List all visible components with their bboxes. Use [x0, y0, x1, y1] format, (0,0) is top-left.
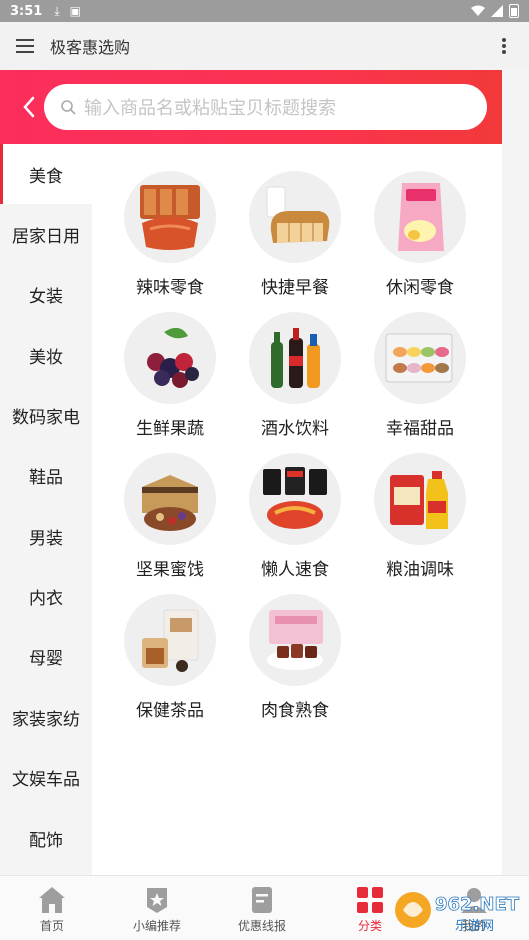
search-icon [61, 100, 76, 115]
menu-button[interactable] [0, 22, 50, 70]
macaron-box-icon [374, 312, 466, 404]
wifi-icon [471, 5, 485, 16]
category-label: 保健茶品 [136, 701, 204, 721]
watermark-logo: 962.NET 乐游网 [393, 884, 525, 936]
app-title: 极客惠选购 [50, 38, 131, 57]
sidebar-item-label: 美妆 [29, 347, 63, 368]
category-grid: 辣味零食 快捷早餐 休闲零食 生鲜果蔬 酒水饮料 幸福甜品 坚果蜜饯 懒人速食 … [92, 144, 502, 875]
category-label: 懒人速食 [261, 560, 329, 580]
more-options-button[interactable] [479, 22, 529, 70]
category-fresh-produce[interactable]: 生鲜果蔬 [115, 312, 225, 442]
beef-jerky-icon [249, 594, 341, 686]
category-instant-food[interactable]: 懒人速食 [240, 453, 350, 583]
download-icon: ⤓ [54, 3, 60, 18]
search-header: 输入商品名或粘贴宝贝标题搜索 [0, 70, 502, 144]
category-leisure-snacks[interactable]: 休闲零食 [365, 171, 475, 301]
sidebar-item-label: 数码家电 [12, 407, 80, 428]
signal-icon [491, 5, 503, 17]
instant-noodles-icon [249, 453, 341, 545]
sidebar-item-label: 母婴 [29, 648, 63, 669]
category-grain-oil[interactable]: 粮油调味 [365, 453, 475, 583]
rice-oil-icon [374, 453, 466, 545]
category-drinks[interactable]: 酒水饮料 [240, 312, 350, 442]
sidebar-item-accessories[interactable]: 配饰 [0, 808, 92, 868]
sidebar-item-label: 鞋品 [29, 467, 63, 488]
bottles-icon [249, 312, 341, 404]
category-label: 粮油调味 [386, 560, 454, 580]
svg-text:乐游网: 乐游网 [455, 919, 494, 934]
tab-home[interactable]: 首页 [0, 876, 104, 940]
tab-label: 小编推荐 [132, 919, 181, 933]
category-quick-breakfast[interactable]: 快捷早餐 [240, 171, 350, 301]
sidebar-item-label: 男装 [29, 528, 63, 549]
tab-deals[interactable]: 优惠线报 [210, 876, 314, 940]
spicy-snack-icon [124, 171, 216, 263]
berries-icon [124, 312, 216, 404]
category-label: 休闲零食 [386, 278, 454, 298]
category-label: 酒水饮料 [261, 419, 329, 439]
category-desserts[interactable]: 幸福甜品 [365, 312, 475, 442]
sidebar-item-label: 内衣 [29, 588, 63, 609]
category-health-tea[interactable]: 保健茶品 [115, 594, 225, 724]
sidebar-item-electronics[interactable]: 数码家电 [0, 385, 92, 445]
sidebar-item-label: 居家日用 [12, 226, 80, 247]
more-vertical-icon [502, 38, 506, 54]
category-label: 辣味零食 [136, 278, 204, 298]
tea-icon [124, 594, 216, 686]
back-button[interactable] [14, 90, 44, 124]
nuts-box-icon [124, 453, 216, 545]
sidebar-item-mens-clothing[interactable]: 男装 [0, 506, 92, 566]
app-bar: 极客惠选购 [0, 22, 529, 70]
sidebar-item-household[interactable]: 居家日用 [0, 204, 92, 264]
sidebar-item-baby[interactable]: 母婴 [0, 626, 92, 686]
svg-text:962.NET: 962.NET [435, 894, 520, 915]
category-label: 坚果蜜饯 [136, 560, 204, 580]
sidebar-item-label: 文娱车品 [12, 769, 80, 790]
app-notification-icon: ▣ [69, 4, 81, 18]
category-sidebar: 美食 居家日用 女装 美妆 数码家电 鞋品 男装 内衣 母婴 家装家纺 文娱车品… [0, 144, 92, 875]
sidebar-item-shoes[interactable]: 鞋品 [0, 445, 92, 505]
sidebar-item-beauty[interactable]: 美妆 [0, 325, 92, 385]
sidebar-item-label: 配饰 [29, 830, 63, 851]
sidebar-item-womens-clothing[interactable]: 女装 [0, 264, 92, 324]
category-label: 肉食熟食 [261, 701, 329, 721]
sidebar-item-label: 美食 [29, 166, 63, 187]
badge-star-icon [142, 885, 172, 915]
category-label: 幸福甜品 [386, 419, 454, 439]
chevron-left-icon [23, 96, 35, 118]
sidebar-item-underwear[interactable]: 内衣 [0, 566, 92, 626]
bread-milk-icon [249, 171, 341, 263]
category-cooked-meat[interactable]: 肉食熟食 [240, 594, 350, 724]
document-icon [247, 885, 277, 915]
chips-bag-icon [374, 171, 466, 263]
category-label: 快捷早餐 [261, 278, 329, 298]
tab-editor-picks[interactable]: 小编推荐 [105, 876, 209, 940]
search-placeholder: 输入商品名或粘贴宝贝标题搜索 [84, 98, 336, 119]
search-input[interactable]: 输入商品名或粘贴宝贝标题搜索 [44, 84, 487, 130]
home-icon [37, 885, 67, 915]
status-bar: 3:51 ⤓ ▣ [0, 0, 529, 22]
grid-icon [355, 885, 385, 915]
sidebar-item-food[interactable]: 美食 [0, 144, 92, 204]
tab-label: 优惠线报 [237, 919, 286, 933]
category-spicy-snacks[interactable]: 辣味零食 [115, 171, 225, 301]
sidebar-item-home-textiles[interactable]: 家装家纺 [0, 687, 92, 747]
right-edge-strip [502, 70, 529, 875]
tab-label: 首页 [39, 919, 64, 933]
sidebar-item-label: 家装家纺 [12, 709, 80, 730]
hamburger-icon [16, 39, 34, 53]
sidebar-item-entertainment-auto[interactable]: 文娱车品 [0, 747, 92, 807]
category-label: 生鲜果蔬 [136, 419, 204, 439]
category-nuts-preserves[interactable]: 坚果蜜饯 [115, 453, 225, 583]
battery-icon [509, 4, 519, 18]
status-time: 3:51 [10, 3, 43, 19]
sidebar-item-label: 女装 [29, 286, 63, 307]
